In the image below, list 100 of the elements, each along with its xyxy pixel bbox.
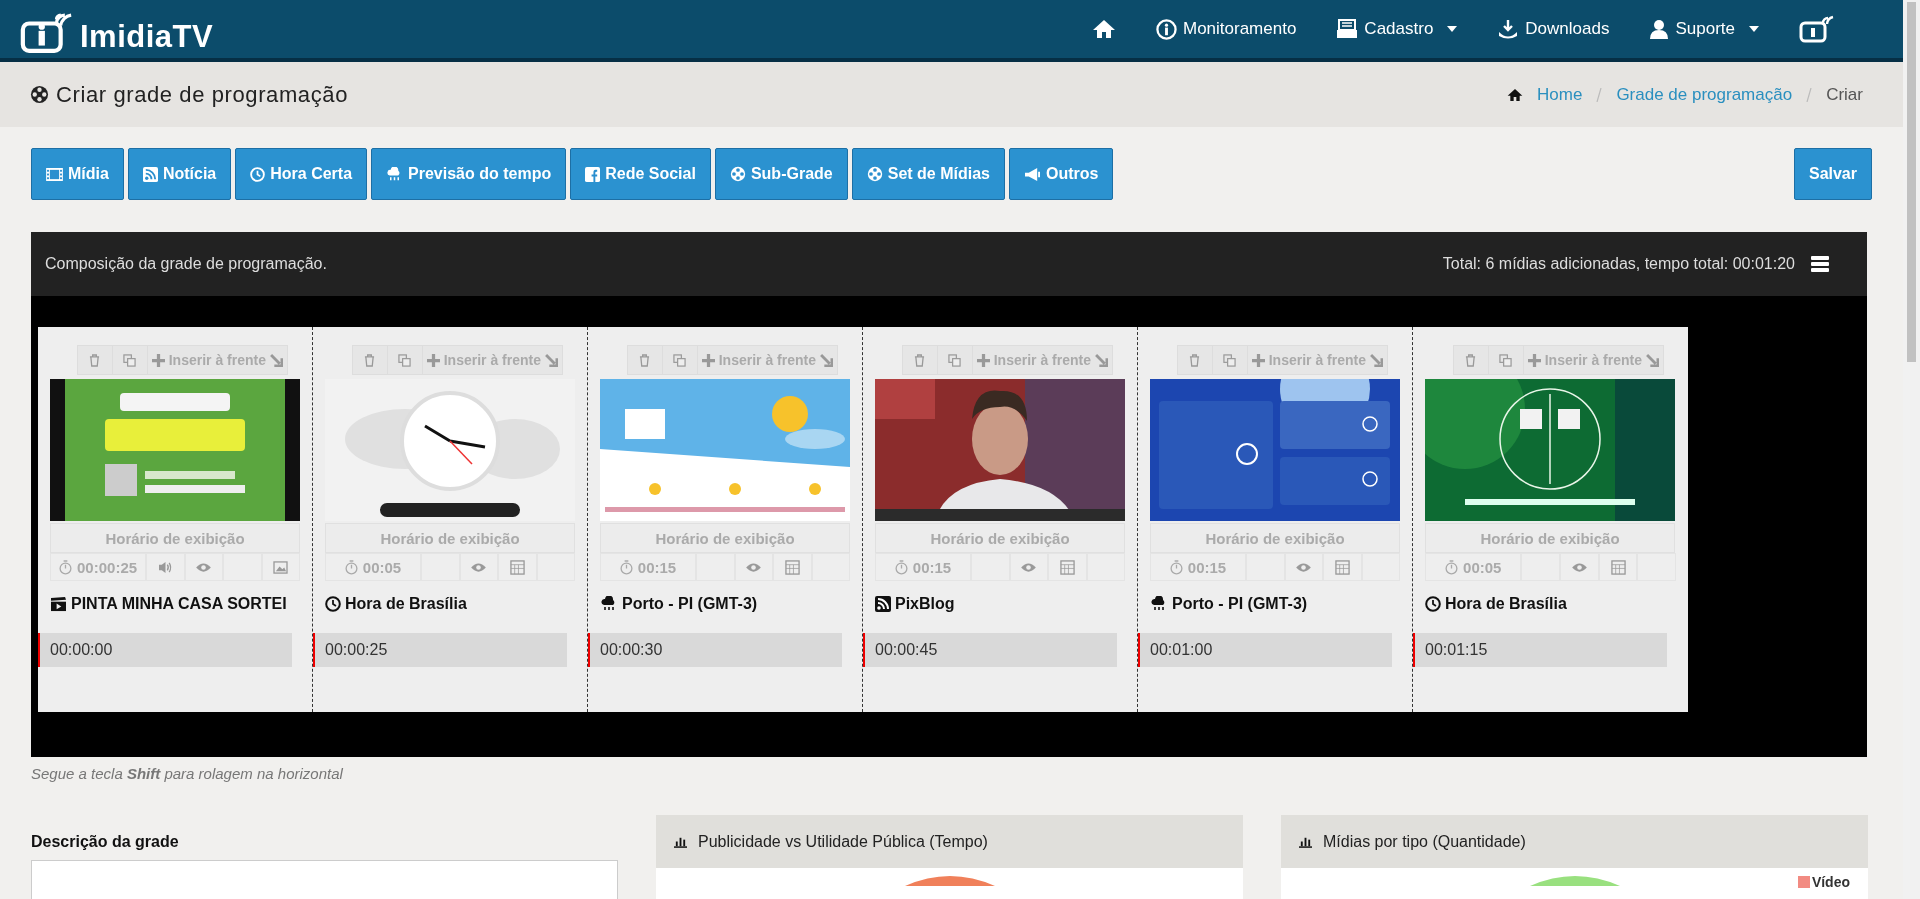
trash-icon	[1465, 353, 1477, 367]
duration-label: 00:05	[325, 553, 422, 581]
nav-link[interactable]: Monitoramento	[1182, 19, 1297, 39]
schedule-button[interactable]: Horário de exibição	[875, 523, 1125, 553]
insert-button[interactable]: Inserir à frente	[972, 346, 1112, 374]
save-button[interactable]: Salvar	[1793, 148, 1872, 200]
chart-title: Publicidade vs Utilidade Pública (Tempo)	[698, 832, 988, 851]
eye-icon[interactable]	[1020, 561, 1038, 573]
insert-button[interactable]: Inserir à frente	[147, 346, 287, 374]
film-icon	[46, 167, 63, 181]
legend-label: Vídeo	[1811, 874, 1850, 890]
insert-button[interactable]: Inserir à frente	[697, 346, 837, 374]
copy-icon	[1499, 353, 1513, 367]
eye-icon[interactable]	[1295, 561, 1313, 573]
tv-logo-icon	[20, 13, 74, 55]
stopwatch-icon	[1445, 559, 1459, 575]
panel-summary: Total: 6 mídias adicionadas, tempo total: 00:01:20	[1442, 255, 1795, 273]
image-icon[interactable]	[273, 560, 289, 574]
plus-icon	[151, 353, 165, 367]
schedule-button[interactable]: Horário de exibição	[50, 523, 300, 553]
rss-icon	[875, 596, 891, 612]
arrow-icon	[1646, 353, 1659, 367]
caret-icon[interactable]	[1447, 26, 1458, 32]
grid-icon[interactable]	[1334, 559, 1350, 575]
plus-icon	[426, 353, 440, 367]
schedule-button[interactable]: Horário de exibição	[1150, 523, 1400, 553]
insert-button[interactable]: Inserir à frente	[1247, 346, 1387, 374]
breadcrumb-current[interactable]: Criar	[1826, 84, 1863, 105]
plus-icon	[1527, 353, 1541, 367]
grid-icon[interactable]	[784, 559, 800, 575]
eye-icon[interactable]	[745, 561, 763, 573]
volume-icon[interactable]	[157, 560, 173, 574]
start-time-field[interactable]: 00:00:30	[588, 633, 842, 667]
start-time-field[interactable]: 00:00:45	[863, 633, 1117, 667]
plus-icon	[976, 353, 990, 367]
caret-icon[interactable]	[1749, 26, 1759, 32]
eye-icon[interactable]	[1570, 561, 1588, 573]
social-icon	[585, 166, 601, 182]
stopwatch-icon	[1169, 559, 1183, 575]
schedule-button[interactable]: Horário de exibição	[325, 523, 575, 553]
home-icon[interactable]	[1091, 19, 1116, 39]
arrow-icon	[1370, 353, 1383, 367]
nav-link[interactable]: Downloads	[1525, 19, 1610, 39]
insert-button[interactable]: Inserir à frente	[1523, 346, 1663, 374]
schedule-button[interactable]: Horário de exibição	[600, 523, 850, 553]
stopwatch-icon	[619, 559, 633, 575]
arrow-icon	[545, 353, 558, 367]
clock-icon	[325, 596, 341, 612]
duration-label: 00:15	[1150, 553, 1247, 581]
start-time-field[interactable]: 00:00:25	[313, 633, 567, 667]
add-media-button[interactable]: Outros	[1008, 148, 1114, 200]
add-media-button[interactable]: Set de Mídias	[851, 148, 1005, 200]
breadcrumb-link[interactable]: Home	[1537, 84, 1583, 105]
trash-icon	[1189, 353, 1201, 367]
breadcrumb-separator	[1806, 87, 1813, 102]
copy-icon	[1223, 353, 1237, 367]
user-icon	[1649, 19, 1670, 39]
description-field[interactable]	[31, 860, 618, 899]
arrow-icon	[270, 353, 283, 367]
nav-link[interactable]: Suporte	[1675, 19, 1735, 39]
tv-signal-icon[interactable]	[1799, 15, 1835, 43]
copy-icon	[948, 353, 962, 367]
brand-name[interactable]: ImidiaTV	[80, 19, 214, 55]
duration-label: 00:15	[600, 553, 697, 581]
start-time-field[interactable]: 00:00:00	[38, 633, 292, 667]
film-reel-icon	[866, 166, 883, 182]
duration-label: 00:15	[875, 553, 972, 581]
eye-icon[interactable]	[195, 561, 213, 573]
grid-icon[interactable]	[1610, 559, 1626, 575]
stopwatch-icon	[59, 559, 72, 575]
clock-icon	[1425, 596, 1441, 612]
plus-icon	[1251, 353, 1265, 367]
trash-icon	[914, 353, 926, 367]
grid-icon[interactable]	[1059, 559, 1075, 575]
media-title: Hora de Brasília	[345, 595, 467, 613]
copy-icon	[123, 353, 137, 367]
schedule-button[interactable]: Horário de exibição	[1425, 523, 1675, 553]
breadcrumb-link[interactable]: Grade de programação	[1616, 84, 1793, 105]
add-media-button[interactable]: Previsão do tempo	[371, 148, 567, 200]
duration-label: 00:00:25	[50, 553, 147, 581]
trash-icon	[639, 353, 651, 367]
insert-button[interactable]: Inserir à frente	[422, 346, 562, 374]
add-media-button[interactable]: Rede Social	[570, 148, 711, 200]
eye-icon[interactable]	[470, 561, 488, 573]
start-time-field[interactable]: 00:01:00	[1138, 633, 1392, 667]
grid-icon[interactable]	[509, 559, 525, 575]
stopwatch-icon	[344, 559, 358, 575]
stopwatch-icon	[894, 559, 908, 575]
media-title: PINTA MINHA CASA SORTEI	[71, 595, 287, 613]
start-time-field[interactable]: 00:01:15	[1413, 633, 1667, 667]
nav-link[interactable]: Cadastro	[1364, 19, 1434, 39]
arrow-icon	[820, 353, 833, 367]
add-media-button[interactable]: Mídia	[31, 148, 124, 200]
home-icon	[1507, 87, 1523, 102]
add-media-button[interactable]: Hora Certa	[235, 148, 368, 200]
download-icon	[1497, 19, 1520, 39]
add-media-button[interactable]: Sub-Grade	[714, 148, 848, 200]
add-media-button[interactable]: Notícia	[127, 148, 232, 200]
menu-icon[interactable]	[1811, 256, 1829, 272]
media-title: Porto - PI (GMT-3)	[622, 595, 758, 613]
